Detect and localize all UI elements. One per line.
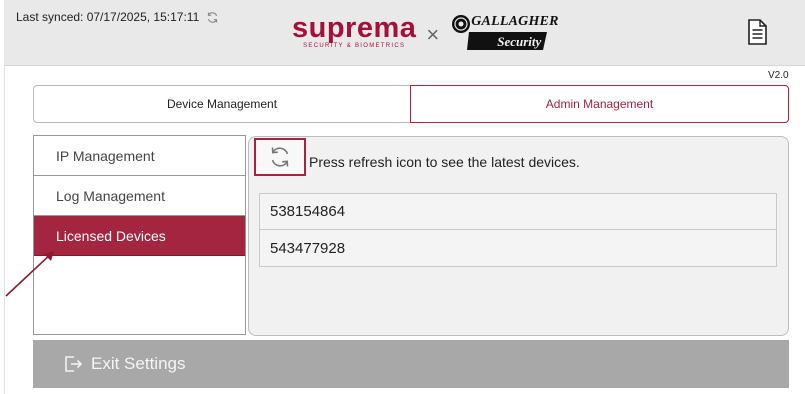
logo-separator: × [426, 22, 440, 47]
sync-icon[interactable] [206, 11, 219, 24]
gallagher-tagline: Security [497, 34, 542, 49]
refresh-button[interactable] [254, 138, 306, 176]
suprema-tagline: SECURITY & BIOMETRICS [303, 42, 406, 49]
suprema-wordmark: suprema [292, 11, 417, 44]
tab-admin-management[interactable]: Admin Management [410, 85, 789, 123]
refresh-icon [271, 147, 289, 167]
sync-status: Last synced: 07/17/2025, 15:17:11 [16, 10, 219, 24]
device-id: 538154864 [270, 203, 346, 220]
device-row: 538154864 [259, 193, 777, 230]
licensed-devices-panel: Press refresh icon to see the latest dev… [248, 136, 789, 336]
menu-item-ip-management[interactable]: IP Management [34, 136, 245, 176]
gallagher-wordmark: GALLAGHER [471, 14, 559, 29]
menu-item-label: Log Management [56, 187, 165, 204]
tab-device-management[interactable]: Device Management [33, 85, 411, 123]
menu-item-label: IP Management [56, 147, 155, 164]
app-version: V2.0 [768, 70, 789, 81]
app-header: Last synced: 07/17/2025, 15:17:11 suprem… [4, 0, 805, 66]
device-list: 538154864 543477928 [259, 193, 777, 267]
logout-icon [63, 354, 83, 374]
menu-item-label: Licensed Devices [56, 227, 166, 244]
left-border [4, 66, 5, 394]
document-icon[interactable] [746, 19, 768, 45]
suprema-logo: suprema SECURITY & BIOMETRICS [292, 11, 417, 50]
device-id: 543477928 [270, 239, 346, 257]
device-row: 543477928 [259, 230, 777, 267]
exit-settings-label: Exit Settings [91, 354, 186, 373]
annotation-arrow-icon [5, 251, 54, 297]
exit-settings-button[interactable]: Exit Settings [33, 340, 789, 388]
tab-label: Admin Management [545, 97, 654, 111]
menu-item-log-management[interactable]: Log Management [34, 176, 245, 216]
sync-status-text: Last synced: 07/17/2025, 15:17:11 [16, 10, 200, 24]
refresh-hint-text: Press refresh icon to see the latest dev… [309, 154, 580, 170]
brand-logos: suprema SECURITY & BIOMETRICS × GALLAGHE… [292, 10, 558, 54]
tab-label: Device Management [166, 97, 278, 111]
gallagher-logo: GALLAGHER Security [447, 10, 558, 54]
